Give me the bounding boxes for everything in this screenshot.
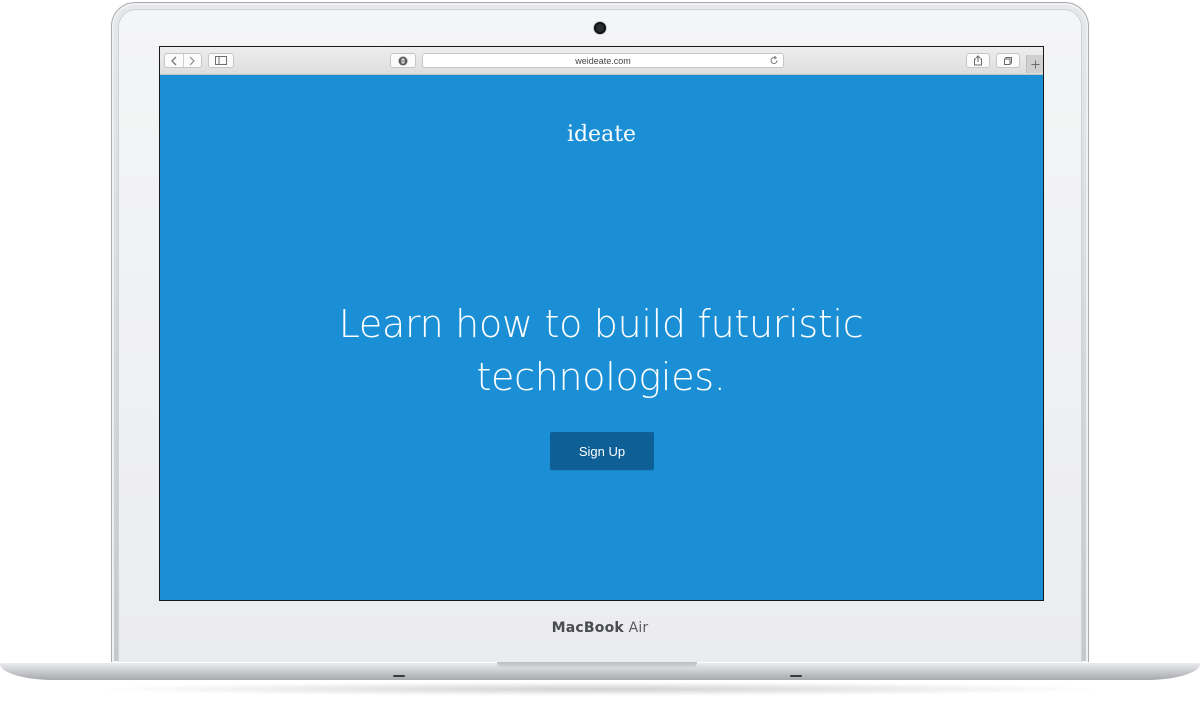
new-tab-button[interactable] [1026,55,1043,73]
laptop-opening-notch [497,662,697,668]
plus-icon [1031,60,1039,68]
site-logo[interactable]: ideate [160,122,1043,147]
tabs-button[interactable] [996,53,1020,68]
browser-toolbar: weideate.com [160,47,1043,75]
brand-bold: MacBook [551,620,624,636]
tabs-icon [1004,56,1012,65]
laptop-foot-left [393,675,405,677]
chevron-right-icon [189,56,196,65]
camera-icon [594,22,606,34]
chevron-left-icon [170,56,177,65]
laptop-foot-right [790,675,802,677]
sidebar-button[interactable] [208,53,234,68]
back-button[interactable] [165,56,183,66]
share-icon [974,55,982,66]
laptop-screen: weideate.com ideate Learn how to build f… [159,46,1044,601]
reload-button[interactable] [769,54,779,67]
reader-icon [398,56,408,65]
hero-headline: Learn how to build futuristic technologi… [251,298,951,404]
hero-headline-line-1: Learn how to build futuristic [338,302,864,346]
reader-button[interactable] [390,53,416,68]
sidebar-icon [215,56,227,65]
website-hero: ideate Learn how to build futuristic tec… [160,75,1043,600]
hero-headline-line-2: technologies. [476,355,726,399]
nav-buttons [164,53,202,68]
sign-up-button[interactable]: Sign Up [550,432,654,470]
brand-regular: Air [628,620,649,636]
share-button[interactable] [966,53,990,68]
device-brand-label: MacBook Air [0,620,1200,636]
laptop-shadow [90,682,1110,696]
url-text: weideate.com [575,55,631,66]
forward-button[interactable] [183,56,201,66]
reload-icon [770,55,778,64]
address-bar[interactable]: weideate.com [422,53,784,68]
